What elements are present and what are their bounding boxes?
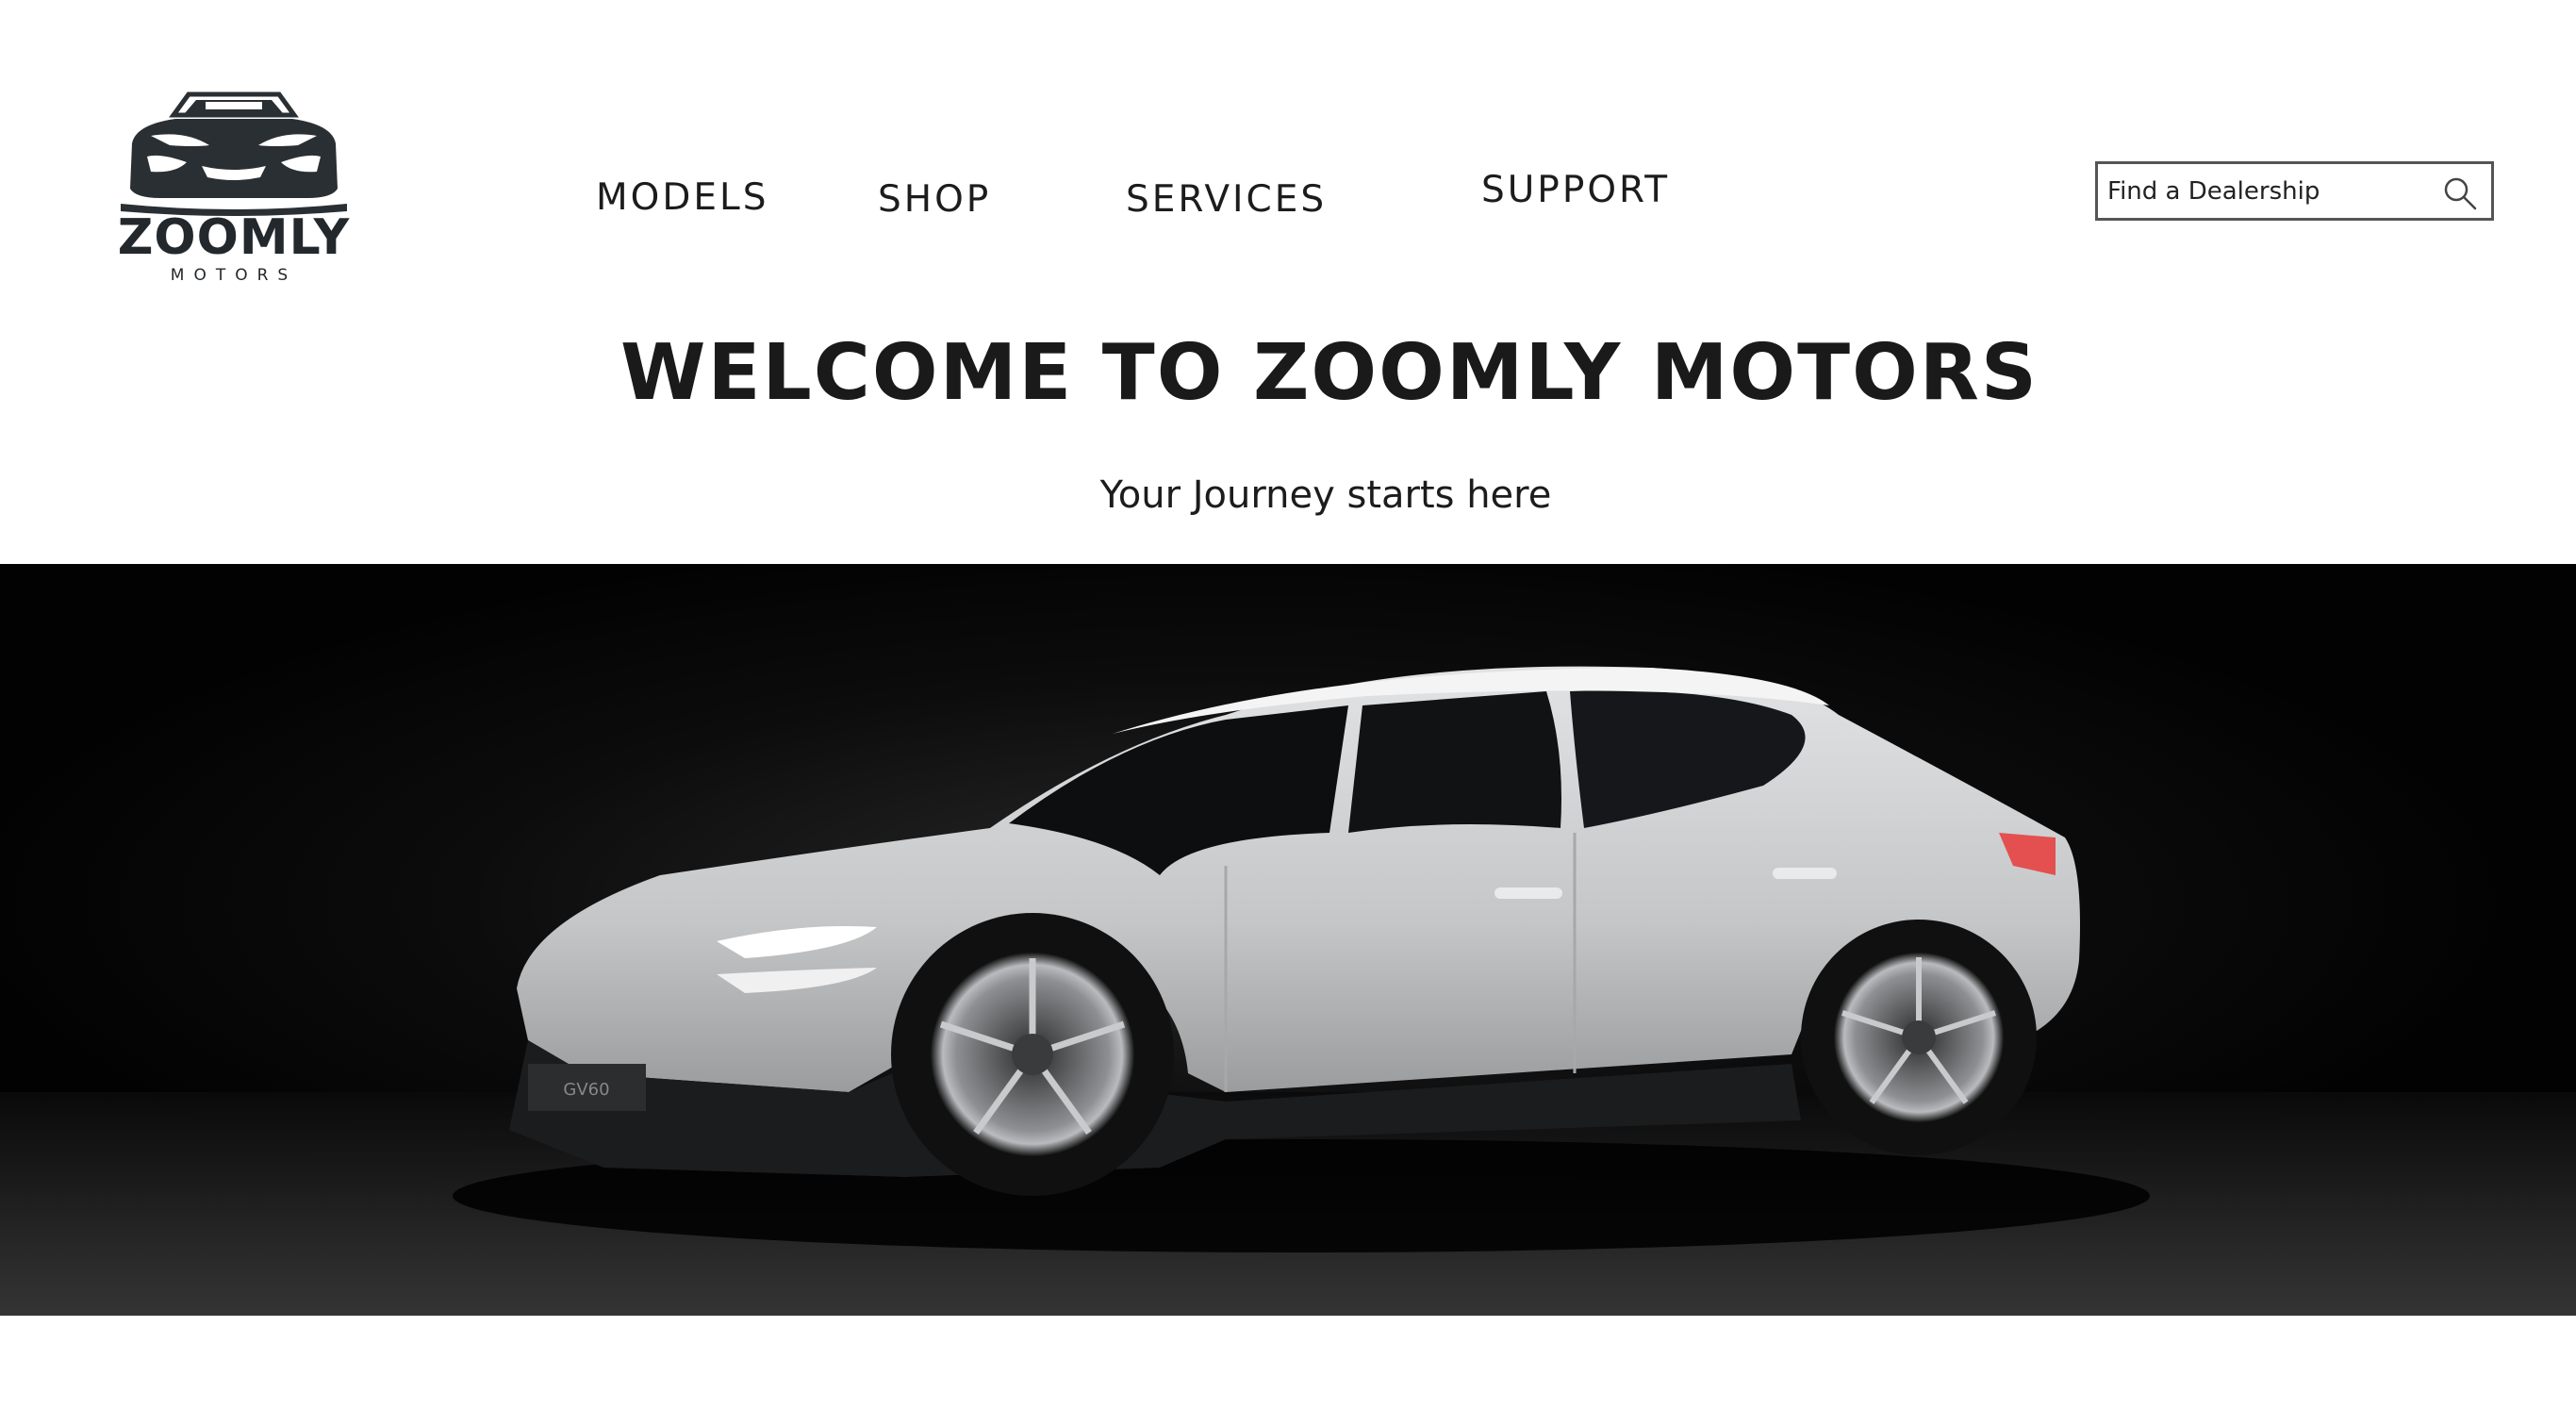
nav-models[interactable]: MODELS <box>596 179 769 216</box>
brand-tagline: MOTORS <box>170 266 298 285</box>
brand-logo[interactable]: ZOOMLY MOTORS <box>111 87 356 296</box>
hero-car-image: GV60 <box>0 564 2576 1316</box>
search-icon[interactable] <box>2442 175 2478 215</box>
license-plate: GV60 <box>563 1080 609 1100</box>
sports-car-front-icon <box>121 91 347 216</box>
dealership-search <box>2095 161 2494 221</box>
nav-support[interactable]: SUPPORT <box>1481 172 1670 208</box>
search-input[interactable] <box>2107 174 2419 209</box>
page-subtitle: Your Journey starts here <box>1099 473 1552 517</box>
nav-shop[interactable]: SHOP <box>878 181 991 218</box>
nav-services[interactable]: SERVICES <box>1126 181 1327 218</box>
page-title: WELCOME TO ZOOMLY MOTORS <box>620 328 2039 418</box>
brand-name: ZOOMLY <box>117 209 351 266</box>
